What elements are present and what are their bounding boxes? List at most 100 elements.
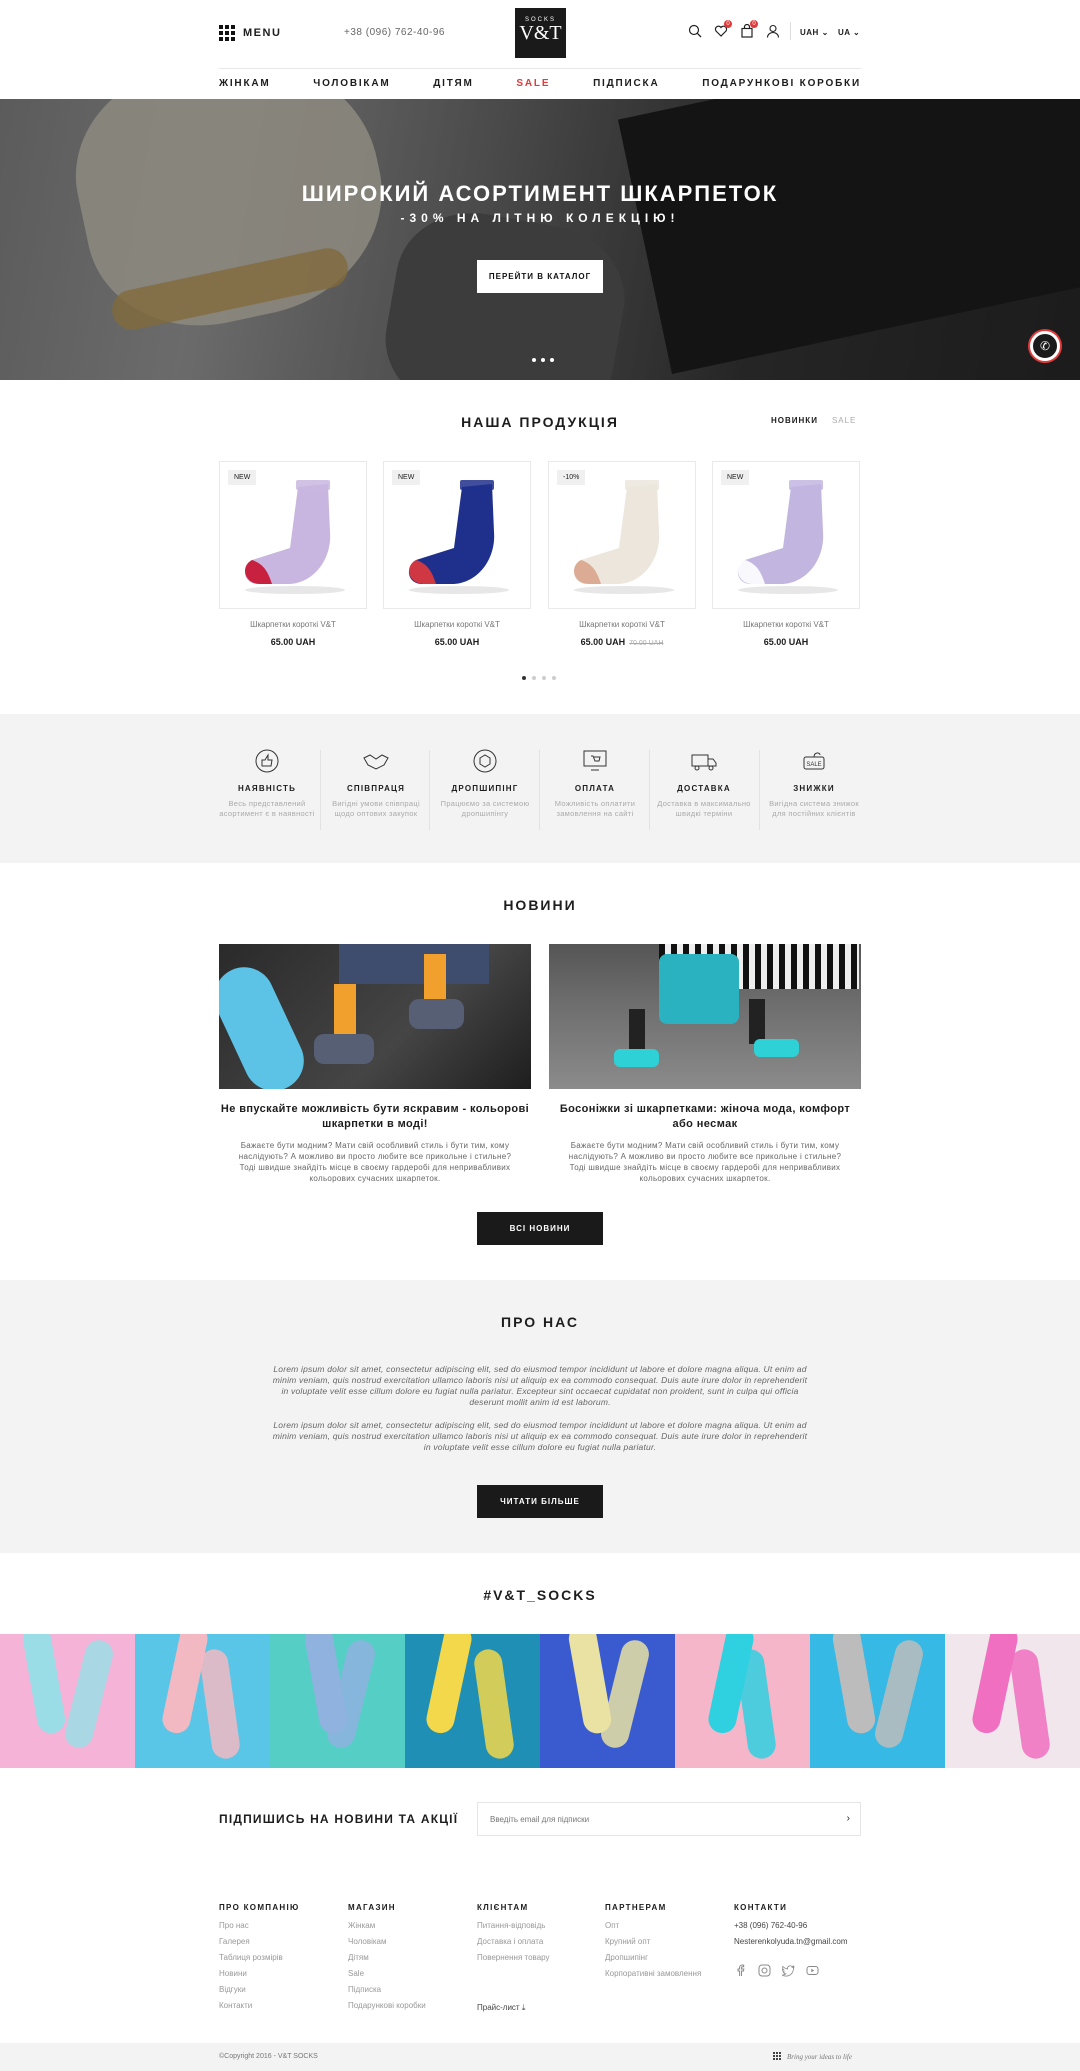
footer-link[interactable]: Nesterenkolyuda.tn@gmail.com (734, 1937, 848, 1946)
news-headline[interactable]: Не впускайте можливість бути яскравим - … (219, 1102, 531, 1132)
footer-link[interactable]: Подарункові коробки (348, 2001, 426, 2010)
footer-link[interactable]: Крупний опт (605, 1937, 701, 1946)
product-name[interactable]: Шкарпетки короткі V&T (548, 620, 696, 629)
product-card[interactable]: -10% Шкарпетки короткі V&T 65.00 UAH 70.00 … (548, 461, 696, 647)
product-name[interactable]: Шкарпетки короткі V&T (383, 620, 531, 629)
instagram-photo[interactable] (0, 1634, 135, 1768)
youtube-icon[interactable] (806, 1964, 819, 1977)
slider-dot[interactable] (541, 358, 545, 362)
nav-item-women[interactable]: ЖІНКАМ (219, 78, 271, 89)
footer-link[interactable]: Питання-відповідь (477, 1921, 550, 1930)
subscribe-title: ПІДПИШИСЬ НА НОВИНИ ТА АКЦІЇ (219, 1812, 459, 1826)
chevron-right-icon[interactable]: › (847, 1813, 850, 1824)
language-value: UA (838, 28, 851, 37)
instagram-photo[interactable] (675, 1634, 810, 1768)
header-icons: 0 0 (688, 20, 780, 38)
facebook-icon[interactable] (734, 1964, 747, 1977)
instagram-photo[interactable] (810, 1634, 945, 1768)
nav-item-subscription[interactable]: ПІДПИСКА (593, 78, 659, 89)
slider-dot[interactable] (550, 358, 554, 362)
footer-link[interactable]: Галерея (219, 1937, 300, 1946)
language-select[interactable]: UA ⌄ (838, 28, 860, 37)
nav-item-men[interactable]: ЧОЛОВІКАМ (313, 78, 390, 89)
product-image[interactable]: NEW (383, 461, 531, 609)
wishlist-count-badge: 0 (724, 20, 732, 28)
news-card[interactable]: Босоніжки зі шкарпетками: жіноча мода, к… (549, 944, 861, 1184)
slider-dot[interactable] (532, 358, 536, 362)
twitter-icon[interactable] (781, 1964, 795, 1977)
search-icon[interactable] (688, 24, 702, 38)
user-account-icon[interactable] (766, 24, 780, 38)
footer-link[interactable]: Контакти (219, 2001, 300, 2010)
footer-column: ПРО КОМПАНІЮ Про нас Галерея Таблиця розмір… (219, 1903, 300, 2017)
product-image[interactable]: -10% (548, 461, 696, 609)
footer-link[interactable]: Дітям (348, 1953, 426, 1962)
instagram-photo[interactable] (405, 1634, 540, 1768)
product-name[interactable]: Шкарпетки короткі V&T (712, 620, 860, 629)
wishlist-heart-icon[interactable]: 0 (714, 20, 732, 38)
footer-link[interactable]: Новини (219, 1969, 300, 1978)
header-phone-link[interactable]: +38 (096) 762-40-96 (344, 27, 445, 38)
footer-column-title: КЛІЄНТАМ (477, 1903, 529, 1912)
all-news-button[interactable]: ВСІ НОВИНИ (477, 1212, 603, 1245)
hero-subtitle: -30% НА ЛІТНЮ КОЛЕКЦІЮ! (400, 211, 680, 225)
footer-link[interactable]: Корпоративні замовлення (605, 1969, 701, 1978)
instagram-photo[interactable] (270, 1634, 405, 1768)
footer-link[interactable]: Чоловікам (348, 1937, 426, 1946)
footer-link[interactable]: Таблиця розмірів (219, 1953, 300, 1962)
carousel-dot[interactable] (522, 676, 526, 680)
footer-link[interactable]: Повернення товару (477, 1953, 550, 1962)
feature-divider (759, 750, 760, 830)
nav-item-gift-boxes[interactable]: ПОДАРУНКОВІ КОРОБКИ (702, 78, 861, 89)
instagram-icon[interactable] (758, 1964, 771, 1977)
footer-link[interactable]: Опт (605, 1921, 701, 1930)
menu-button[interactable]: MENU (219, 25, 281, 41)
feature-delivery: ДОСТАВКА Доставка в максимально швидкі т… (654, 748, 754, 819)
footer-link[interactable]: Доставка і оплата (477, 1937, 550, 1946)
carousel-dot[interactable] (552, 676, 556, 680)
nav-item-sale[interactable]: SALE (516, 78, 550, 89)
nav-item-kids[interactable]: ДІТЯМ (433, 78, 473, 89)
news-card[interactable]: Не впускайте можливість бути яскравим - … (219, 944, 531, 1184)
cart-bag-icon[interactable]: 0 (740, 20, 758, 38)
currency-value: UAH (800, 28, 819, 37)
price-list-link[interactable]: Прайс-лист ⤓ (477, 2003, 525, 2013)
feature-title: НАЯВНІСТЬ (237, 784, 297, 793)
footer-link[interactable]: Підписка (348, 1985, 426, 1994)
footer-link[interactable]: Дропшипінг (605, 1953, 701, 1962)
instagram-photo[interactable] (135, 1634, 270, 1768)
currency-select[interactable]: UAH ⌄ (800, 28, 829, 37)
footer-link[interactable]: Відгуки (219, 1985, 300, 1994)
menu-label: MENU (243, 27, 282, 39)
product-price-row: 65.00 UAH (219, 637, 367, 647)
sock-leg-shape (423, 1634, 475, 1736)
instagram-photo[interactable] (540, 1634, 675, 1768)
footer-link[interactable]: Про нас (219, 1921, 300, 1930)
filter-sale-tab[interactable]: SALE (832, 416, 856, 425)
footer-link[interactable]: Sale (348, 1969, 426, 1978)
product-card[interactable]: NEW Шкарпетки короткі V&T 65.00 UAH (383, 461, 531, 647)
product-card[interactable]: NEW Шкарпетки короткі V&T 65.00 UAH (712, 461, 860, 647)
product-image[interactable]: NEW (219, 461, 367, 609)
footer-link[interactable]: +38 (096) 762-40-96 (734, 1921, 848, 1930)
read-more-button[interactable]: ЧИТАТИ БІЛЬШЕ (477, 1485, 603, 1518)
footer-link[interactable]: Жінкам (348, 1921, 426, 1930)
sock-leg-shape (734, 1647, 778, 1761)
feature-divider (320, 750, 321, 830)
filter-new-tab[interactable]: НОВИНКИ (771, 416, 818, 425)
call-back-button[interactable]: ✆ (1030, 331, 1060, 361)
instagram-photo[interactable] (945, 1634, 1080, 1768)
product-price: 65.00 UAH (763, 637, 809, 647)
developer-credit-link[interactable]: Bring your ideas to life (787, 2053, 852, 2061)
news-headline[interactable]: Босоніжки зі шкарпетками: жіноча мода, к… (549, 1102, 861, 1132)
product-name[interactable]: Шкарпетки короткі V&T (219, 620, 367, 629)
subscribe-email-input[interactable] (478, 1803, 818, 1835)
product-card[interactable]: NEW Шкарпетки короткі V&T 65.00 UAH (219, 461, 367, 647)
footer-column-title: МАГАЗИН (348, 1903, 396, 1912)
carousel-dot[interactable] (542, 676, 546, 680)
hero-catalog-button[interactable]: ПЕРЕЙТИ В КАТАЛОГ (477, 260, 603, 293)
product-image[interactable]: NEW (712, 461, 860, 609)
carousel-dot[interactable] (532, 676, 536, 680)
site-logo[interactable]: SOCKS V&T (515, 8, 566, 58)
cart-count-badge: 0 (750, 20, 758, 28)
